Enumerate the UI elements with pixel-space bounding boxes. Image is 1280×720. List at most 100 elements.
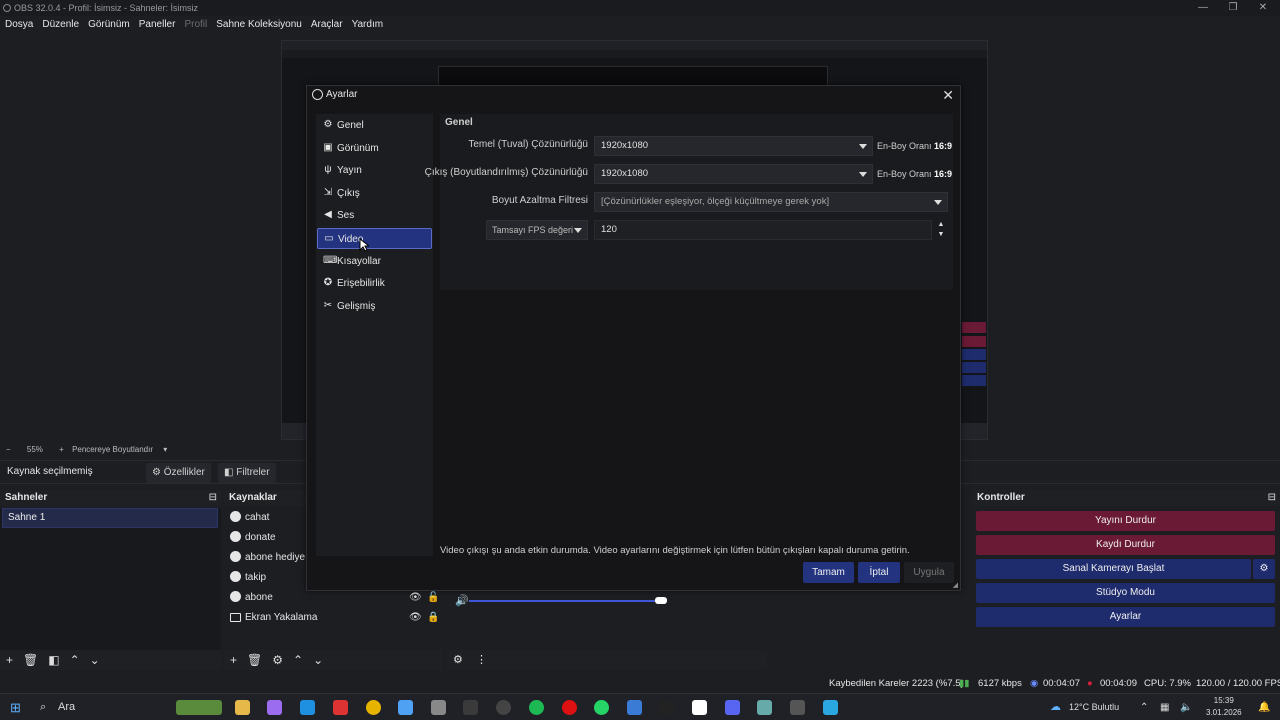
lock-icon[interactable]: 🔓 <box>427 588 439 608</box>
discord-icon[interactable] <box>725 700 740 715</box>
nav-item-gelismis[interactable]: ✂ Gelişmiş <box>317 296 432 317</box>
file-explorer-icon[interactable] <box>235 700 250 715</box>
network-icon[interactable]: ▦ <box>1160 694 1169 720</box>
nav-item-gorunum[interactable]: ▣ Görünüm <box>317 138 432 159</box>
settings-button[interactable]: Ayarlar <box>976 607 1275 627</box>
virtual-camera-settings-button[interactable]: ⚙ <box>1253 559 1275 579</box>
app-icon[interactable] <box>823 700 838 715</box>
trash-icon[interactable]: 🗑 <box>247 653 262 667</box>
more-icon[interactable]: ⋮ <box>476 654 487 666</box>
properties-button[interactable]: ⚙ Özellikler <box>146 463 211 483</box>
ok-button[interactable]: Tamam <box>803 562 854 583</box>
whatsapp-icon[interactable] <box>594 700 609 715</box>
settings-titlebar: Ayarlar ✕ <box>307 86 960 104</box>
acrobat-icon[interactable] <box>333 700 348 715</box>
stop-streaming-button[interactable]: Yayını Durdur <box>976 511 1275 531</box>
close-window-button[interactable]: ✕ <box>1246 0 1280 16</box>
weather-text[interactable]: 12°C Bulutlu <box>1069 694 1119 720</box>
app-icon[interactable] <box>398 700 413 715</box>
capcut-icon[interactable] <box>692 700 707 715</box>
up-icon[interactable]: ⌃ <box>70 653 80 667</box>
menu-paneller[interactable]: Paneller <box>139 19 176 30</box>
up-icon[interactable]: ⌃ <box>293 653 303 667</box>
list-item[interactable]: abone 👁 🔓 <box>230 588 439 608</box>
minimize-button[interactable]: — <box>1186 0 1220 16</box>
start-virtual-camera-button[interactable]: Sanal Kamerayı Başlat <box>976 559 1251 579</box>
trash-icon[interactable]: 🗑 <box>23 653 38 667</box>
add-icon[interactable]: + <box>230 653 237 667</box>
scene-item[interactable]: Sahne 1 <box>2 508 218 528</box>
menu-dosya[interactable]: Dosya <box>5 19 33 30</box>
search-highlight-icon[interactable] <box>176 700 222 715</box>
obs-taskbar-icon[interactable] <box>496 700 511 715</box>
resize-grip-icon[interactable]: ◢ <box>953 581 958 589</box>
chrome-icon[interactable] <box>366 700 381 715</box>
base-resolution-select[interactable]: 1920x1080 <box>594 136 873 156</box>
lock-icon[interactable]: 🔒 <box>427 608 439 628</box>
zoom-out-button[interactable]: − <box>6 445 11 454</box>
menu-sahne-koleksiyonu[interactable]: Sahne Koleksiyonu <box>216 19 302 30</box>
clock[interactable]: 15:39 3.01.2026 <box>1206 695 1242 719</box>
volume-icon[interactable]: 🔈 <box>1180 694 1192 720</box>
menu-profil[interactable]: Profil <box>184 19 207 30</box>
app-icon[interactable] <box>790 700 805 715</box>
copilot-icon[interactable] <box>267 700 282 715</box>
chevron-up-icon[interactable]: ▲ <box>934 220 948 230</box>
chevron-down-icon[interactable]: ▼ <box>934 230 948 240</box>
nav-item-erisebilirlik[interactable]: ✪ Erişebilirlik <box>317 273 432 294</box>
nav-item-genel[interactable]: ⚙ Genel <box>317 115 432 136</box>
tray-chevron-icon[interactable]: ⌃ <box>1140 694 1148 720</box>
chevron-down-icon[interactable]: ▾ <box>163 445 167 454</box>
eye-icon[interactable]: 👁 <box>409 608 422 628</box>
cancel-button[interactable]: İptal <box>858 562 900 583</box>
gear-icon[interactable]: ⚙ <box>272 653 283 667</box>
gear-icon[interactable]: ⚙ <box>453 654 463 666</box>
filter-icon[interactable]: ◧ <box>48 653 59 667</box>
edge-icon[interactable] <box>300 700 315 715</box>
settings-app-icon[interactable] <box>431 700 446 715</box>
nav-item-kisayollar[interactable]: ⌨ Kısayollar <box>317 251 432 272</box>
filters-button[interactable]: ◧ Filtreler <box>218 463 276 483</box>
taskbar-search[interactable]: ⌕ Ara <box>32 697 172 718</box>
menu-gorunum[interactable]: Görünüm <box>88 19 130 30</box>
speaker-icon[interactable]: 🔊 <box>455 594 469 607</box>
add-icon[interactable]: + <box>6 653 13 667</box>
zoom-in-button[interactable]: + <box>59 445 64 454</box>
down-icon[interactable]: ⌄ <box>313 653 323 667</box>
fps-spin-arrows[interactable]: ▲ ▼ <box>934 220 948 240</box>
studio-mode-button[interactable]: Stüdyo Modu <box>976 583 1275 603</box>
apply-button[interactable]: Uygula <box>904 562 954 583</box>
nav-item-cikis[interactable]: ⇲ Çıkış <box>317 183 432 204</box>
nav-item-ses[interactable]: ◀ Ses <box>317 205 432 226</box>
spotify-icon[interactable] <box>529 700 544 715</box>
close-icon[interactable]: ✕ <box>942 86 954 104</box>
eye-icon[interactable]: 👁 <box>409 588 422 608</box>
menu-araclar[interactable]: Araçlar <box>311 19 343 30</box>
fps-value-input[interactable]: 120 <box>594 220 932 240</box>
down-icon[interactable]: ⌄ <box>90 653 100 667</box>
notification-icon[interactable]: 🔔 <box>1258 694 1270 720</box>
zoom-mode[interactable]: Pencereye Boyutlandır <box>72 445 153 454</box>
volume-slider[interactable] <box>655 597 667 604</box>
maximize-button[interactable]: ❐ <box>1216 0 1250 16</box>
app-icon[interactable] <box>757 700 772 715</box>
epic-games-icon[interactable] <box>659 700 674 715</box>
base-aspect-ratio: En-Boy Oranı 16:9 <box>877 141 952 151</box>
fps-type-select[interactable]: Tamsayı FPS değeri <box>486 220 588 240</box>
windows-start-icon[interactable]: ⊞ <box>10 700 21 716</box>
nav-item-video[interactable]: ▭ Video <box>317 228 432 249</box>
downscale-filter-select[interactable]: [Çözünürlükler eşleşiyor, ölçeği küçültm… <box>594 192 948 212</box>
menu-yardim[interactable]: Yardım <box>352 19 384 30</box>
opera-icon[interactable] <box>562 700 577 715</box>
menu-duzenle[interactable]: Düzenle <box>42 19 79 30</box>
app-icon[interactable] <box>463 700 478 715</box>
output-resolution-select[interactable]: 1920x1080 <box>594 164 873 184</box>
dock-undock-icon[interactable]: ⊟ <box>209 490 217 506</box>
aspect-value: 16:9 <box>934 141 953 151</box>
app-icon[interactable] <box>627 700 642 715</box>
list-item[interactable]: Ekran Yakalama 👁 🔒 <box>230 608 439 628</box>
stop-recording-button[interactable]: Kaydı Durdur <box>976 535 1275 555</box>
nav-item-yayin[interactable]: ψ Yayın <box>317 160 432 181</box>
nested-titlebar <box>282 41 987 50</box>
dock-undock-icon[interactable]: ⊟ <box>1268 490 1276 506</box>
